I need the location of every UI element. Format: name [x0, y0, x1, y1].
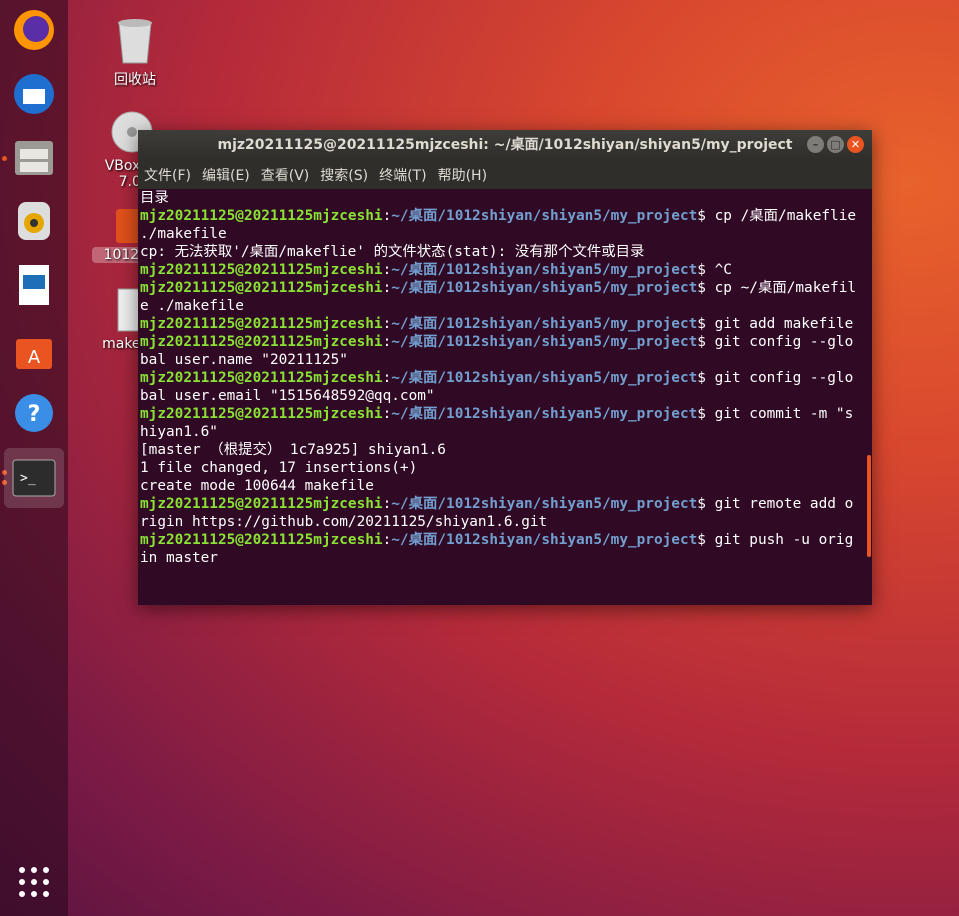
terminal-line: cp: 无法获取'/桌面/makeflie' 的文件状态(stat): 没有那个… [140, 243, 858, 261]
terminal-line: 目录 [140, 189, 858, 207]
prompt-path: ~/桌面/1012shiyan/shiyan5/my_project [391, 496, 698, 512]
menu-help[interactable]: 帮助(H) [438, 165, 487, 185]
terminal-titlebar[interactable]: mjz20211125@20211125mjzceshi: ~/桌面/1012s… [138, 130, 872, 160]
prompt-path: ~/桌面/1012shiyan/shiyan5/my_project [391, 262, 698, 278]
menu-bar: 文件(F) 编辑(E) 查看(V) 搜索(S) 终端(T) 帮助(H) [138, 160, 872, 189]
terminal-line: [master （根提交） 1c7a925] shiyan1.6 [140, 441, 858, 459]
scrollbar[interactable] [867, 455, 871, 557]
terminal-window[interactable]: mjz20211125@20211125mjzceshi: ~/桌面/1012s… [138, 130, 872, 605]
prompt-user: mjz20211125@20211125mjzceshi [140, 262, 383, 278]
prompt-colon: : [382, 208, 392, 224]
software-icon[interactable]: A [4, 319, 64, 379]
prompt-path: ~/桌面/1012shiyan/shiyan5/my_project [391, 334, 698, 350]
trash-icon [118, 19, 152, 64]
dock: A ? >_ [0, 0, 68, 916]
menu-terminal[interactable]: 终端(T) [379, 165, 426, 185]
prompt-path: ~/桌面/1012shiyan/shiyan5/my_project [391, 370, 698, 386]
prompt-user: mjz20211125@20211125mjzceshi [140, 280, 383, 296]
terminal-line: mjz20211125@20211125mjzceshi:~/桌面/1012sh… [140, 207, 858, 243]
window-title: mjz20211125@20211125mjzceshi: ~/桌面/1012s… [217, 137, 793, 153]
terminal-icon[interactable]: >_ [4, 448, 64, 508]
rhythmbox-icon[interactable] [4, 191, 64, 251]
terminal-line: mjz20211125@20211125mjzceshi:~/桌面/1012sh… [140, 315, 858, 333]
prompt-user: mjz20211125@20211125mjzceshi [140, 370, 383, 386]
terminal-line: mjz20211125@20211125mjzceshi:~/桌面/1012sh… [140, 261, 858, 279]
writer-icon[interactable] [4, 255, 64, 315]
prompt-colon: : [382, 496, 392, 512]
prompt-colon: : [382, 280, 392, 296]
minimize-button[interactable]: – [807, 136, 824, 153]
thunderbird-icon[interactable] [4, 64, 64, 124]
prompt-user: mjz20211125@20211125mjzceshi [140, 208, 383, 224]
command-text: $ git add makefile [697, 316, 854, 332]
trash-desktop-icon[interactable]: 回收站 [95, 15, 175, 89]
help-icon[interactable]: ? [4, 383, 64, 443]
output-text: cp: 无法获取'/桌面/makeflie' 的文件状态(stat): 没有那个… [140, 244, 645, 260]
close-button[interactable]: ✕ [847, 136, 864, 153]
terminal-output[interactable]: 目录 mjz20211125@20211125mjzceshi:~/桌面/1012… [138, 189, 860, 605]
output-text: 目录 [140, 190, 169, 206]
terminal-line: mjz20211125@20211125mjzceshi:~/桌面/1012sh… [140, 405, 858, 441]
prompt-user: mjz20211125@20211125mjzceshi [140, 406, 383, 422]
apps-grid-icon[interactable] [4, 852, 64, 912]
prompt-colon: : [382, 334, 392, 350]
terminal-line: mjz20211125@20211125mjzceshi:~/桌面/1012sh… [140, 531, 858, 567]
output-text: 1 file changed, 17 insertions(+) [140, 460, 418, 476]
output-text: [master （根提交） 1c7a925] shiyan1.6 [140, 442, 446, 458]
firefox-icon[interactable] [4, 0, 64, 60]
maximize-button[interactable]: □ [827, 136, 844, 153]
prompt-user: mjz20211125@20211125mjzceshi [140, 532, 383, 548]
terminal-line: create mode 100644 makefile [140, 477, 858, 495]
terminal-line: mjz20211125@20211125mjzceshi:~/桌面/1012sh… [140, 279, 858, 315]
trash-label: 回收站 [114, 72, 156, 88]
prompt-user: mjz20211125@20211125mjzceshi [140, 316, 383, 332]
terminal-line: mjz20211125@20211125mjzceshi:~/桌面/1012sh… [140, 495, 858, 531]
terminal-line: mjz20211125@20211125mjzceshi:~/桌面/1012sh… [140, 369, 858, 405]
menu-view[interactable]: 查看(V) [261, 165, 310, 185]
output-text: create mode 100644 makefile [140, 478, 374, 494]
prompt-colon: : [382, 532, 392, 548]
svg-text:A: A [28, 347, 41, 368]
prompt-path: ~/桌面/1012shiyan/shiyan5/my_project [391, 532, 698, 548]
prompt-path: ~/桌面/1012shiyan/shiyan5/my_project [391, 316, 698, 332]
svg-text:?: ? [28, 402, 41, 427]
files-icon[interactable] [4, 127, 64, 187]
command-text: $ ^C [697, 262, 732, 278]
menu-edit[interactable]: 编辑(E) [202, 165, 250, 185]
terminal-line: 1 file changed, 17 insertions(+) [140, 459, 858, 477]
prompt-colon: : [382, 316, 392, 332]
menu-file[interactable]: 文件(F) [144, 165, 191, 185]
prompt-path: ~/桌面/1012shiyan/shiyan5/my_project [391, 280, 698, 296]
menu-search[interactable]: 搜索(S) [320, 165, 368, 185]
prompt-path: ~/桌面/1012shiyan/shiyan5/my_project [391, 406, 698, 422]
prompt-colon: : [382, 370, 392, 386]
prompt-user: mjz20211125@20211125mjzceshi [140, 496, 383, 512]
prompt-colon: : [382, 406, 392, 422]
prompt-colon: : [382, 262, 392, 278]
prompt-user: mjz20211125@20211125mjzceshi [140, 334, 383, 350]
svg-text:>_: >_ [20, 471, 36, 486]
prompt-path: ~/桌面/1012shiyan/shiyan5/my_project [391, 208, 698, 224]
terminal-line: mjz20211125@20211125mjzceshi:~/桌面/1012sh… [140, 333, 858, 369]
